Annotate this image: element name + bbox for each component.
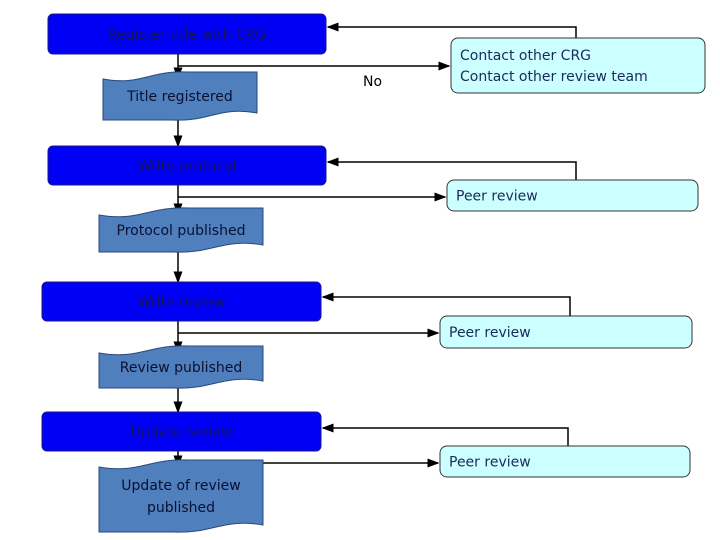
feedback-arrow	[321, 292, 571, 316]
process-label: Write protocol	[138, 159, 237, 175]
note-box: Peer review	[439, 315, 693, 349]
document-label: Review published	[120, 360, 243, 376]
feedback-arrow	[326, 157, 577, 180]
note-label: Peer review	[449, 325, 531, 341]
document-output: Title registered	[102, 71, 258, 121]
document-label: Title registered	[126, 89, 233, 105]
feedback-arrow	[321, 423, 569, 446]
document-label: Update of review	[121, 478, 240, 494]
note-label: Contact other review team	[460, 69, 648, 85]
note-box: Peer review	[439, 445, 691, 478]
document-label: Protocol published	[117, 223, 246, 239]
document-output: Protocol published	[98, 207, 264, 253]
process-label: Update review	[131, 425, 232, 441]
document-output: Update of review published	[98, 459, 264, 533]
note-label: Contact other CRG	[460, 48, 591, 64]
flowchart: Register title with CRG Title registered C…	[41, 13, 706, 533]
document-label: published	[147, 500, 215, 516]
note-label: Peer review	[449, 455, 531, 471]
note-box: Peer review	[446, 179, 699, 212]
process-update-review: Update review	[41, 411, 322, 452]
process-register-title-with-crg: Register title with CRG	[47, 13, 327, 55]
process-write-review: Write review	[41, 281, 322, 322]
document-output: Review published	[98, 345, 264, 389]
feedback-arrow	[326, 22, 577, 38]
note-label: Peer review	[456, 189, 538, 205]
branch-label: No	[363, 74, 382, 90]
process-label: Write review	[138, 295, 226, 311]
process-label: Register title with CRG	[108, 27, 266, 43]
document-shape	[98, 459, 264, 533]
note-box: Contact other CRG Contact other review te…	[450, 37, 706, 94]
process-write-protocol: Write protocol	[47, 145, 327, 186]
